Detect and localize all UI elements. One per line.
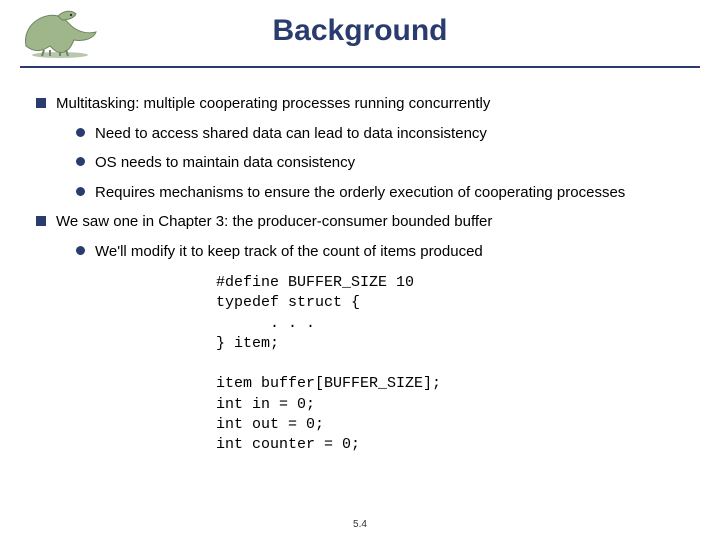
square-bullet-icon bbox=[36, 216, 46, 226]
bullet-lvl2: OS needs to maintain data consistency bbox=[76, 153, 684, 173]
title-underline bbox=[20, 66, 700, 68]
square-bullet-icon bbox=[36, 98, 46, 108]
round-bullet-icon bbox=[76, 187, 85, 196]
bullet-text: OS needs to maintain data consistency bbox=[95, 153, 355, 173]
bullet-lvl2: We'll modify it to keep track of the cou… bbox=[76, 242, 684, 262]
bullet-text: We'll modify it to keep track of the cou… bbox=[95, 242, 483, 262]
slide-title: Background bbox=[0, 6, 720, 48]
dinosaur-logo bbox=[14, 6, 104, 58]
slide-body: Multitasking: multiple cooperating proce… bbox=[0, 68, 720, 455]
bullet-text: Need to access shared data can lead to d… bbox=[95, 124, 487, 144]
code-block: #define BUFFER_SIZE 10 typedef struct { … bbox=[216, 273, 684, 455]
round-bullet-icon bbox=[76, 246, 85, 255]
bullet-text: We saw one in Chapter 3: the producer-co… bbox=[56, 212, 492, 232]
bullet-lvl2: Need to access shared data can lead to d… bbox=[76, 124, 684, 144]
bullet-lvl1: Multitasking: multiple cooperating proce… bbox=[36, 94, 684, 114]
slide: Background Multitasking: multiple cooper… bbox=[0, 0, 720, 540]
round-bullet-icon bbox=[76, 157, 85, 166]
slide-header: Background bbox=[0, 0, 720, 68]
bullet-text: Multitasking: multiple cooperating proce… bbox=[56, 94, 490, 114]
round-bullet-icon bbox=[76, 128, 85, 137]
slide-number: 5.4 bbox=[0, 519, 720, 530]
bullet-text: Requires mechanisms to ensure the orderl… bbox=[95, 183, 625, 203]
bullet-lvl1: We saw one in Chapter 3: the producer-co… bbox=[36, 212, 684, 232]
bullet-lvl2: Requires mechanisms to ensure the orderl… bbox=[76, 183, 684, 203]
